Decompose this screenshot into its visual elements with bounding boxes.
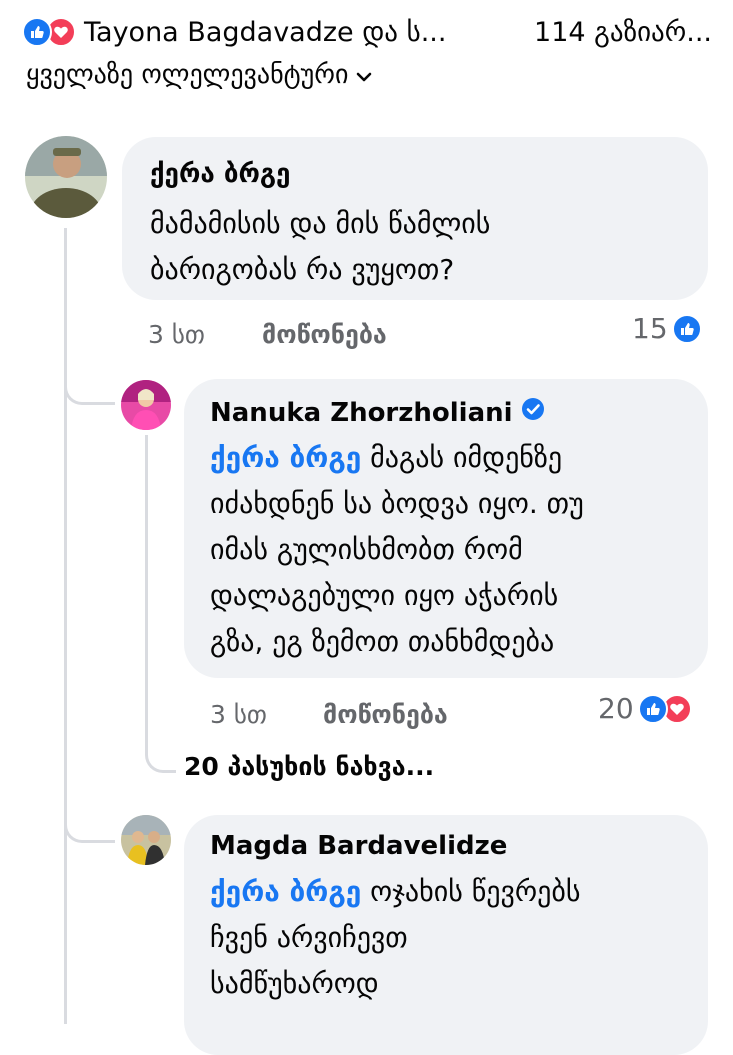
comment-bubble: Magda Bardavelidze ქერა ბრგე ოჯახის წევრ… <box>184 815 708 1055</box>
reaction-summary[interactable]: 15 <box>632 312 702 345</box>
like-icon <box>671 313 702 344</box>
avatar[interactable] <box>25 136 107 218</box>
mention-link[interactable]: ქერა ბრგე <box>210 875 361 908</box>
avatar[interactable] <box>121 380 171 430</box>
post-summary-bar: Tayona Bagdavadze და ს... 114 გაზიარ... <box>22 12 712 52</box>
thread-line-reply <box>145 435 148 735</box>
view-replies-link[interactable]: 20 პასუხის ნახვა... <box>184 752 434 781</box>
thread-connector-1 <box>64 360 115 405</box>
avatar[interactable] <box>121 815 171 865</box>
chevron-down-icon <box>356 60 372 90</box>
comment-text: ქერა ბრგე ოჯახის წევრებს ჩვენ არვიჩევთ ს… <box>210 875 581 1000</box>
thread-connector-2 <box>64 798 115 843</box>
comment-sort-dropdown[interactable]: ყველაზე ოლელევანტური <box>26 60 372 90</box>
reaction-count: 15 <box>632 312 668 345</box>
comment-author[interactable]: ქერა ბრგე <box>150 159 290 189</box>
reaction-summary[interactable]: 20 <box>598 692 692 725</box>
like-button[interactable]: მოწონება <box>262 320 387 349</box>
mention-link[interactable]: ქერა ბრგე <box>210 441 361 474</box>
comment-author[interactable]: Magda Bardavelidze <box>210 831 507 861</box>
comment-bubble: ქერა ბრგე მამამისის და მის წამლის ბარიგო… <box>122 137 708 300</box>
comment-author[interactable]: Nanuka Zhorzholiani <box>210 397 545 428</box>
like-button[interactable]: მოწონება <box>323 700 448 729</box>
reaction-icons[interactable] <box>22 17 76 47</box>
thread-line-main <box>64 228 67 1024</box>
comment-bubble: Nanuka Zhorzholiani ქერა ბრგე მაგას იმდე… <box>184 379 708 678</box>
thread-connector-3 <box>145 730 176 773</box>
comment-text: ქერა ბრგე მაგას იმდენზე იძახდნენ სა ბოდვ… <box>210 441 584 658</box>
verified-badge-icon <box>521 397 545 428</box>
reactors-summary[interactable]: Tayona Bagdavadze და ს... <box>84 17 446 48</box>
shares-count[interactable]: 114 გაზიარ... <box>534 17 712 48</box>
comment-text: მამამისის და მის წამლის ბარიგობას რა ვუყ… <box>150 207 491 286</box>
sort-label: ყველაზე ოლელევანტური <box>26 60 349 90</box>
comment-time[interactable]: 3 სთ <box>210 700 267 729</box>
reaction-count: 20 <box>598 692 634 725</box>
like-icon <box>22 17 52 47</box>
like-icon <box>637 693 668 724</box>
comment-time[interactable]: 3 სთ <box>148 320 205 349</box>
